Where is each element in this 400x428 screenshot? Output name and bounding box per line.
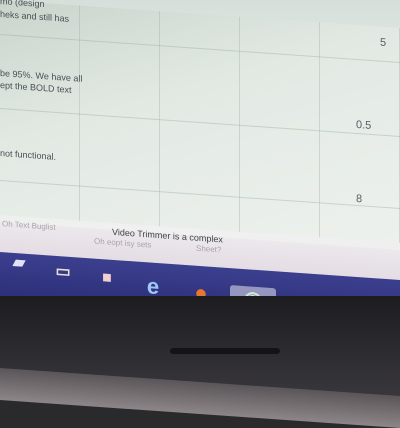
row3-value[interactable]: 8 xyxy=(356,193,362,205)
row3-text-line1[interactable]: not functional. xyxy=(0,148,56,163)
start-icon[interactable]: ▰ xyxy=(4,248,34,276)
media-player-glyph: ■ xyxy=(102,269,112,287)
row-divider xyxy=(0,108,400,137)
media-player-icon[interactable]: ■ xyxy=(92,264,122,292)
spreadsheet-area: mo (design heks and still has 5 be 95%. … xyxy=(0,0,400,243)
ghost-text-left: Oh Text Buglist xyxy=(2,219,56,232)
row-divider xyxy=(0,34,400,63)
monitor-screen: mo (design heks and still has 5 be 95%. … xyxy=(0,0,400,300)
row-divider xyxy=(0,180,400,209)
file-explorer-glyph: ▭ xyxy=(55,262,71,281)
ghost-text-right: Sheet? xyxy=(196,243,222,255)
bezel-slot xyxy=(170,348,280,354)
row1-value[interactable]: 5 xyxy=(380,37,386,49)
row2-value[interactable]: 0.5 xyxy=(356,119,371,132)
row1-text-line2[interactable]: heks and still has xyxy=(0,9,69,25)
start-glyph: ▰ xyxy=(12,253,26,272)
file-explorer-icon[interactable]: ▭ xyxy=(48,257,78,285)
